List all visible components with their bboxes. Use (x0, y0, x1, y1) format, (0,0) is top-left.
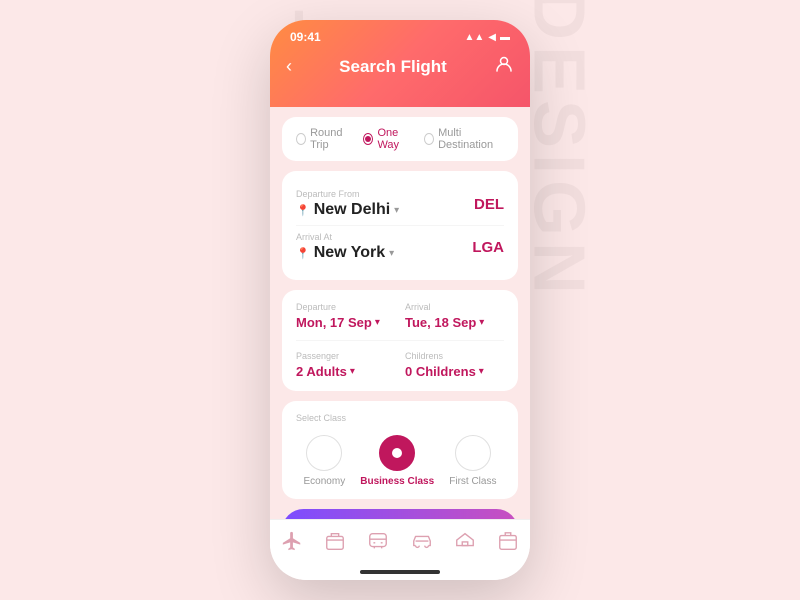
passenger-value-row: 2 Adults ▾ (296, 364, 395, 379)
departure-chevron-icon: ▾ (394, 205, 399, 216)
departure-date-value: Mon, 17 Sep (296, 315, 372, 330)
status-bar: 09:41 ▲▲ ◀ ▬ (286, 20, 514, 50)
first-class-label: First Class (449, 476, 496, 487)
class-circle-first (455, 435, 491, 471)
nav-flights[interactable] (281, 530, 303, 552)
page-title: Search Flight (339, 57, 447, 77)
departure-value-row: 📍 New Delhi ▾ (296, 201, 399, 219)
class-option-first[interactable]: First Class (449, 435, 496, 487)
children-chevron: ▾ (479, 366, 484, 377)
departure-label: Departure From (296, 189, 399, 199)
class-circle-business (379, 435, 415, 471)
departure-date-chevron: ▾ (375, 317, 380, 328)
passenger-item[interactable]: Passenger 2 Adults ▾ (296, 351, 395, 379)
departure-date-label: Departure (296, 302, 395, 312)
back-button[interactable]: ‹ (286, 56, 292, 77)
class-circle-inner-business (392, 448, 402, 458)
nav-car[interactable] (411, 530, 433, 552)
departure-name: New Delhi (314, 201, 390, 219)
dates-passengers-card: Departure Mon, 17 Sep ▾ Arrival Tue, 18 … (282, 290, 518, 391)
dates-row: Departure Mon, 17 Sep ▾ Arrival Tue, 18 … (296, 302, 504, 330)
departure-row[interactable]: Departure From 📍 New Delhi ▾ DEL (296, 183, 504, 225)
economy-label: Economy (304, 476, 346, 487)
status-icons: ▲▲ ◀ ▬ (465, 32, 511, 43)
radio-roundtrip (296, 133, 306, 145)
arrival-name: New York (314, 244, 385, 262)
nav-packages[interactable] (497, 530, 519, 552)
class-options: Economy Business Class First Class (296, 435, 504, 487)
departure-left: Departure From 📍 New Delhi ▾ (296, 189, 399, 219)
battery-icon: ▬ (500, 32, 510, 43)
class-circle-inner-first (468, 448, 478, 458)
arrival-row[interactable]: Arrival At 📍 New York ▾ LGA (296, 225, 504, 268)
arrival-value-row: 📍 New York ▾ (296, 244, 394, 262)
arrival-date-label: Arrival (405, 302, 504, 312)
radio-multidest (424, 133, 434, 145)
arrival-code: LGA (472, 239, 504, 256)
nav-hotels[interactable] (324, 530, 346, 552)
arrival-chevron-icon: ▾ (389, 248, 394, 259)
children-label: Childrens (405, 351, 504, 361)
trip-option-multidest[interactable]: Multi Destination (424, 127, 504, 151)
oneway-label: One Way (377, 127, 414, 151)
roundtrip-label: Round Trip (310, 127, 353, 151)
passenger-label: Passenger (296, 351, 395, 361)
arrival-left: Arrival At 📍 New York ▾ (296, 232, 394, 262)
nav-stay[interactable] (454, 530, 476, 552)
home-indicator (360, 570, 440, 574)
search-button[interactable]: Search (282, 509, 518, 519)
arrival-pin-icon: 📍 (296, 247, 310, 260)
business-label: Business Class (360, 476, 434, 487)
arrival-date-item[interactable]: Arrival Tue, 18 Sep ▾ (405, 302, 504, 330)
arrival-date-chevron: ▾ (479, 317, 484, 328)
dates-divider (296, 340, 504, 341)
passenger-row: Passenger 2 Adults ▾ Childrens 0 Childre… (296, 351, 504, 379)
nav-bus[interactable] (367, 530, 389, 552)
status-time: 09:41 (290, 30, 321, 44)
phone-frame: 09:41 ▲▲ ◀ ▬ ‹ Search Flight (270, 20, 530, 580)
arrival-date-value-row: Tue, 18 Sep ▾ (405, 315, 504, 330)
departure-date-item[interactable]: Departure Mon, 17 Sep ▾ (296, 302, 395, 330)
children-value: 0 Childrens (405, 364, 476, 379)
departure-code: DEL (474, 196, 504, 213)
trip-option-oneway[interactable]: One Way (363, 127, 414, 151)
class-option-business[interactable]: Business Class (360, 435, 434, 487)
class-option-economy[interactable]: Economy (304, 435, 346, 487)
passenger-chevron: ▾ (350, 366, 355, 377)
departure-pin-icon: 📍 (296, 204, 310, 217)
trip-types: Round Trip One Way Multi Destination (296, 127, 504, 151)
multidest-label: Multi Destination (438, 127, 504, 151)
class-circle-economy (306, 435, 342, 471)
arrival-label: Arrival At (296, 232, 394, 242)
children-item[interactable]: Childrens 0 Childrens ▾ (405, 351, 504, 379)
class-card: Select Class Economy Business Class (282, 401, 518, 499)
children-value-row: 0 Childrens ▾ (405, 364, 504, 379)
user-icon[interactable] (494, 54, 514, 79)
radio-oneway (363, 133, 373, 145)
wifi-icon: ◀ (488, 32, 496, 43)
bottom-nav (270, 519, 530, 566)
passenger-value: 2 Adults (296, 364, 347, 379)
nav-bar: ‹ Search Flight (286, 50, 514, 87)
departure-date-value-row: Mon, 17 Sep ▾ (296, 315, 395, 330)
main-content: Round Trip One Way Multi Destination Dep… (270, 107, 530, 519)
trip-type-card: Round Trip One Way Multi Destination (282, 117, 518, 161)
signal-icon: ▲▲ (465, 32, 485, 43)
arrival-date-value: Tue, 18 Sep (405, 315, 476, 330)
locations-card: Departure From 📍 New Delhi ▾ DEL Arrival… (282, 171, 518, 280)
class-circle-inner-economy (319, 448, 329, 458)
header: 09:41 ▲▲ ◀ ▬ ‹ Search Flight (270, 20, 530, 107)
trip-option-roundtrip[interactable]: Round Trip (296, 127, 353, 151)
class-section-label: Select Class (296, 413, 504, 423)
